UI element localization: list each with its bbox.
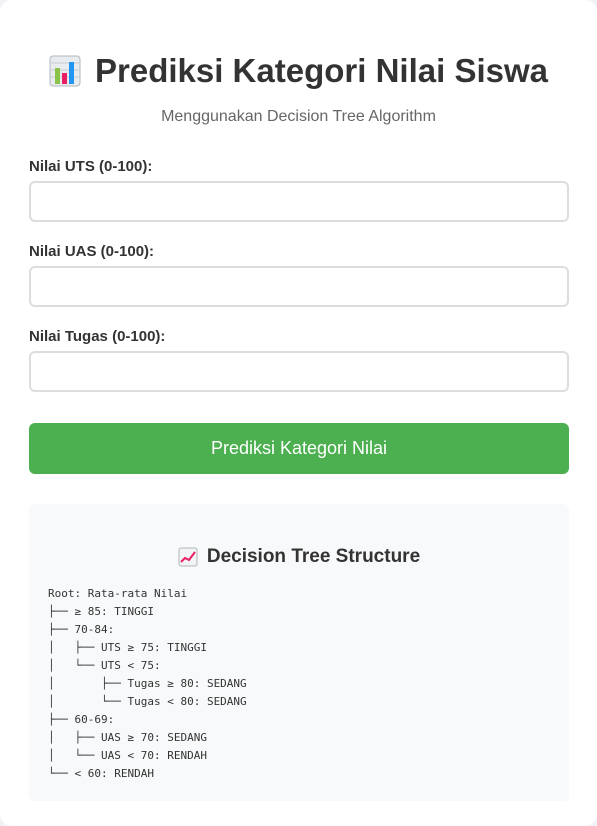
- page-title: Prediksi Kategori Nilai Siswa: [0, 52, 597, 90]
- line-chart-icon: [178, 547, 198, 567]
- tree-line: ├── 70-84:: [48, 623, 115, 636]
- tugas-input[interactable]: [29, 351, 569, 392]
- page-subtitle: Menggunakan Decision Tree Algorithm: [161, 108, 436, 125]
- tree-line: │ └── UTS < 75:: [48, 659, 161, 672]
- uas-label: Nilai UAS (0-100):: [29, 243, 155, 260]
- tree-line: │ ├── UTS ≥ 75: TINGGI: [48, 641, 207, 654]
- tree-line: │ └── UAS < 70: RENDAH: [48, 749, 207, 762]
- decision-tree-panel: Decision Tree Structure Root: Rata-rata …: [29, 504, 569, 801]
- tree-line: ├── 60-69:: [48, 713, 115, 726]
- tree-line: Root: Rata-rata Nilai: [48, 587, 188, 600]
- bar-chart-icon: [49, 55, 81, 87]
- tree-line: │ ├── Tugas ≥ 80: SEDANG: [48, 677, 247, 690]
- tree-line: │ └── Tugas < 80: SEDANG: [48, 695, 247, 708]
- uas-input[interactable]: [29, 266, 569, 307]
- uts-input[interactable]: [29, 181, 569, 222]
- tree-line: │ ├── UAS ≥ 70: SEDANG: [48, 731, 207, 744]
- predict-button[interactable]: Prediksi Kategori Nilai: [29, 423, 569, 474]
- tree-structure: Root: Rata-rata Nilai ├── ≥ 85: TINGGI ├…: [48, 585, 247, 783]
- tree-title: Decision Tree Structure: [29, 546, 569, 568]
- tree-title-text: Decision Tree Structure: [206, 546, 421, 567]
- prediction-card: Prediksi Kategori Nilai Siswa Menggunaka…: [0, 0, 597, 826]
- tree-line: └── < 60: RENDAH: [48, 767, 154, 780]
- page-title-text: Prediksi Kategori Nilai Siswa: [94, 52, 548, 89]
- tugas-label: Nilai Tugas (0-100):: [29, 328, 166, 345]
- tree-line: ├── ≥ 85: TINGGI: [48, 605, 154, 618]
- uts-label: Nilai UTS (0-100):: [29, 158, 153, 175]
